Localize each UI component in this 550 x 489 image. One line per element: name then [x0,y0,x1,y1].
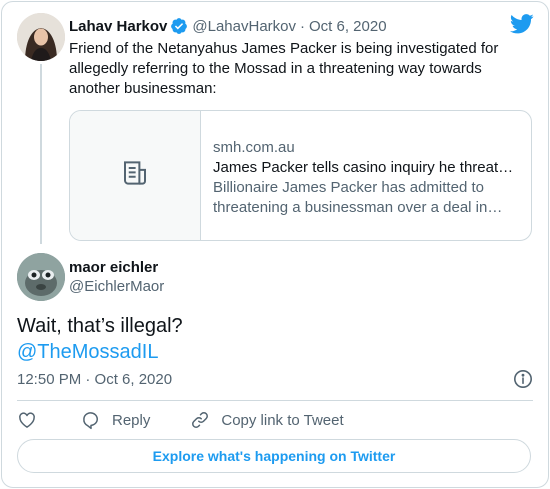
link-domain: smh.com.au [213,139,295,156]
parent-author-handle[interactable]: @LahavHarkov [192,18,296,35]
article-icon [120,158,150,193]
main-author-handle[interactable]: @EichlerMaor [69,277,164,297]
link-description: Billionaire James Packer has admitted to… [213,179,488,216]
header-separator: · [300,17,305,35]
parent-tweet-header: Lahav Harkov @LahavHarkov · Oct 6, 2020 [69,16,387,36]
link-preview-body: smh.com.au James Packer tells casino inq… [201,111,531,240]
parent-tweet-text: Friend of the Netanyahus James Packer is… [69,40,499,97]
main-author-avatar[interactable] [17,253,65,301]
reply-label: Reply [112,411,151,429]
link-icon [190,410,210,430]
main-author-name[interactable]: maor eichler [69,258,158,278]
link-title: James Packer tells casino inquiry he thr… [213,159,521,176]
parent-author-avatar[interactable] [17,13,65,61]
actions-divider [17,400,533,401]
copy-link-button[interactable]: Copy link to Tweet [179,410,344,430]
parent-tweet-date[interactable]: Oct 6, 2020 [309,18,387,35]
tweet-timestamp[interactable]: 12:50 PM · Oct 6, 2020 [17,370,172,390]
main-tweet-text: Wait, that’s illegal? [17,315,183,337]
copy-link-label: Copy link to Tweet [221,411,344,429]
twitter-bird-icon[interactable] [509,14,534,34]
like-button[interactable] [17,410,37,430]
thread-line [40,64,42,244]
heart-icon [17,410,37,430]
reply-button[interactable]: Reply [70,410,150,430]
mention-link[interactable]: @TheMossadIL [17,339,158,365]
link-preview-thumbnail [70,111,201,240]
info-icon[interactable] [513,369,533,389]
reply-icon [81,410,101,430]
parent-author-name[interactable]: Lahav Harkov [69,18,167,35]
verified-badge-icon [170,17,188,35]
link-preview-card[interactable]: smh.com.au James Packer tells casino inq… [69,110,532,241]
tweet-actions: Reply Copy link to Tweet [17,409,344,431]
explore-twitter-button[interactable]: Explore what's happening on Twitter [17,439,531,473]
